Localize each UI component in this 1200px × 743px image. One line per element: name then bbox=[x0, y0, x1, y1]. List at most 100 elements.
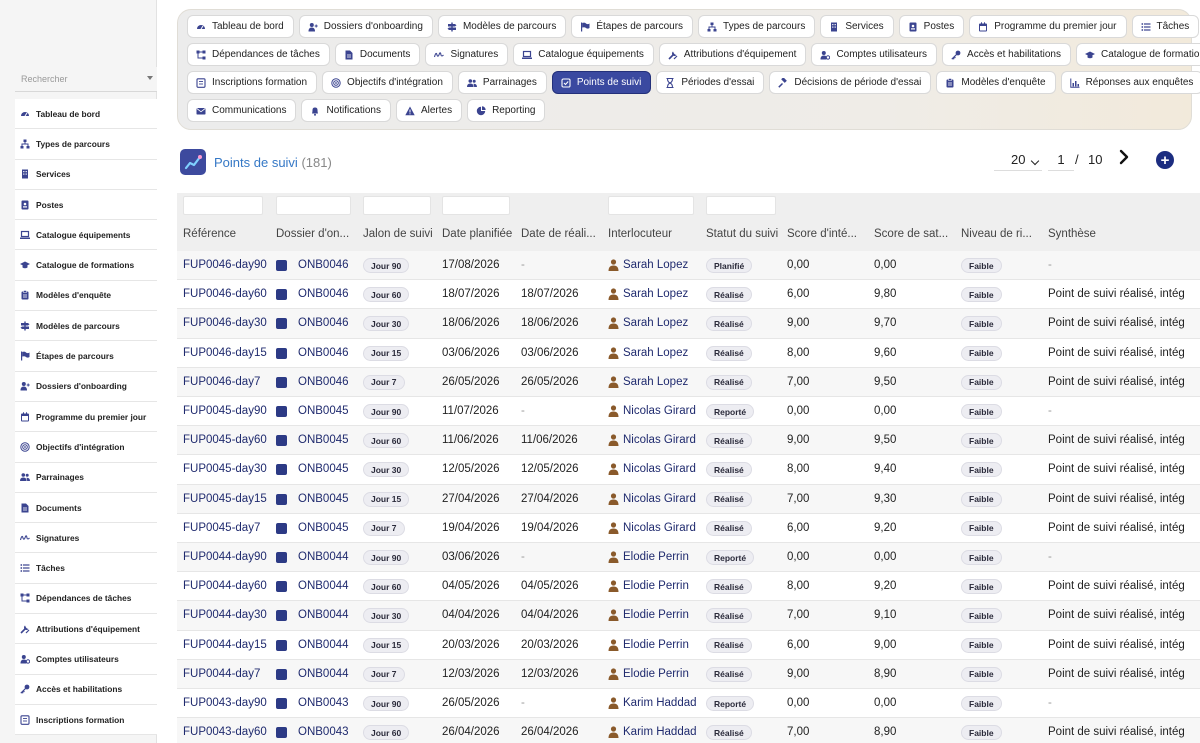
tab-1-1[interactable]: Documents bbox=[334, 43, 421, 66]
tab-1-0[interactable]: Dépendances de tâches bbox=[187, 43, 330, 66]
column-header[interactable]: Niveau de ri... bbox=[961, 228, 1032, 240]
table-row[interactable]: FUP0044-day30 ONB0044 Jour 30 04/04/2026 04/… bbox=[177, 601, 1200, 631]
sidebar-item-8[interactable]: Étapes de parcours bbox=[15, 341, 157, 372]
tab-0-0[interactable]: Tableau de bord bbox=[187, 15, 294, 38]
tab-1-2[interactable]: Signatures bbox=[425, 43, 509, 66]
tab-1-5[interactable]: Comptes utilisateurs bbox=[811, 43, 938, 66]
tab-2-0[interactable]: Inscriptions formation bbox=[187, 71, 318, 94]
table-row[interactable]: FUP0046-day30 ONB0046 Jour 30 18/06/2026 18/… bbox=[177, 309, 1200, 339]
sidebar-item-7[interactable]: Modèles de parcours bbox=[15, 311, 157, 342]
dossier-link[interactable]: ONB0045 bbox=[298, 434, 349, 446]
reference-link[interactable]: FUP0045-day60 bbox=[183, 434, 267, 446]
sidebar-item-17[interactable]: Attributions d'équipement bbox=[15, 614, 157, 645]
tab-0-8[interactable]: Tâches bbox=[1131, 15, 1200, 38]
column-filter-input[interactable] bbox=[706, 196, 776, 215]
contact-link[interactable]: Elodie Perrin bbox=[623, 639, 689, 651]
dossier-link[interactable]: ONB0046 bbox=[298, 317, 349, 329]
reference-link[interactable]: FUP0046-day60 bbox=[183, 288, 267, 300]
table-row[interactable]: FUP0046-day60 ONB0046 Jour 60 18/07/2026 18/… bbox=[177, 280, 1200, 310]
sidebar-item-11[interactable]: Objectifs d'intégration bbox=[15, 432, 157, 463]
reference-link[interactable]: FUP0043-day90 bbox=[183, 697, 267, 709]
column-header[interactable]: Score d'inté... bbox=[787, 228, 857, 240]
tab-2-1[interactable]: Objectifs d'intégration bbox=[322, 71, 453, 94]
tab-0-4[interactable]: Types de parcours bbox=[698, 15, 816, 38]
dossier-link[interactable]: ONB0043 bbox=[298, 726, 349, 738]
contact-link[interactable]: Karim Haddad bbox=[623, 697, 697, 709]
column-header[interactable]: Date planifiée bbox=[442, 228, 512, 240]
sidebar-item-1[interactable]: Types de parcours bbox=[15, 129, 157, 160]
tab-3-3[interactable]: Reporting bbox=[467, 99, 546, 122]
dossier-link[interactable]: ONB0044 bbox=[298, 551, 349, 563]
tab-1-7[interactable]: Catalogue de formations bbox=[1075, 43, 1200, 66]
contact-link[interactable]: Sarah Lopez bbox=[623, 288, 688, 300]
tab-3-1[interactable]: Notifications bbox=[301, 99, 391, 122]
sidebar-item-9[interactable]: Dossiers d'onboarding bbox=[15, 371, 157, 402]
column-header[interactable]: Dossier d'on... bbox=[276, 228, 349, 240]
reference-link[interactable]: FUP0044-day60 bbox=[183, 580, 267, 592]
contact-link[interactable]: Sarah Lopez bbox=[623, 347, 688, 359]
chevron-down-icon[interactable] bbox=[147, 76, 153, 80]
contact-link[interactable]: Sarah Lopez bbox=[623, 376, 688, 388]
dossier-link[interactable]: ONB0046 bbox=[298, 347, 349, 359]
tab-0-2[interactable]: Modèles de parcours bbox=[437, 15, 567, 38]
table-row[interactable]: FUP0044-day90 ONB0044 Jour 90 03/06/2026 - El… bbox=[177, 543, 1200, 573]
sidebar-item-6[interactable]: Modèles d'enquête bbox=[15, 280, 157, 312]
reference-link[interactable]: FUP0045-day30 bbox=[183, 463, 267, 475]
contact-link[interactable]: Nicolas Girard bbox=[623, 522, 696, 534]
tab-2-7[interactable]: Réponses aux enquêtes bbox=[1060, 71, 1200, 94]
contact-link[interactable]: Nicolas Girard bbox=[623, 405, 696, 417]
dossier-link[interactable]: ONB0045 bbox=[298, 522, 349, 534]
dossier-link[interactable]: ONB0046 bbox=[298, 376, 349, 388]
column-header[interactable]: Jalon de suivi bbox=[363, 228, 433, 240]
sidebar-item-10[interactable]: Programme du premier jour bbox=[15, 401, 157, 433]
dossier-link[interactable]: ONB0045 bbox=[298, 463, 349, 475]
column-filter-input[interactable] bbox=[276, 196, 351, 215]
reference-link[interactable]: FUP0043-day60 bbox=[183, 726, 267, 738]
tab-1-3[interactable]: Catalogue équipements bbox=[513, 43, 654, 66]
column-filter-input[interactable] bbox=[442, 196, 510, 215]
reference-link[interactable]: FUP0045-day90 bbox=[183, 405, 267, 417]
dossier-link[interactable]: ONB0044 bbox=[298, 639, 349, 651]
sidebar-item-3[interactable]: Postes bbox=[15, 189, 157, 221]
dossier-link[interactable]: ONB0045 bbox=[298, 493, 349, 505]
sidebar-item-0[interactable]: Tableau de bord bbox=[15, 99, 157, 130]
contact-link[interactable]: Nicolas Girard bbox=[623, 434, 696, 446]
column-header[interactable]: Statut du suivi bbox=[706, 228, 778, 240]
dossier-link[interactable]: ONB0044 bbox=[298, 668, 349, 680]
current-page-input[interactable]: 1 bbox=[1048, 150, 1074, 171]
reference-link[interactable]: FUP0045-day7 bbox=[183, 522, 260, 534]
sidebar-item-5[interactable]: Catalogue de formations bbox=[15, 250, 157, 281]
dossier-link[interactable]: ONB0044 bbox=[298, 580, 349, 592]
sidebar-item-12[interactable]: Parrainages bbox=[15, 462, 157, 493]
page-size-select[interactable]: 20 bbox=[994, 150, 1042, 171]
column-header[interactable]: Interlocuteur bbox=[608, 228, 672, 240]
contact-link[interactable]: Elodie Perrin bbox=[623, 580, 689, 592]
tab-1-6[interactable]: Accès et habilitations bbox=[942, 43, 1071, 66]
tab-0-7[interactable]: Programme du premier jour bbox=[969, 15, 1127, 38]
tab-2-3[interactable]: Points de suivi bbox=[551, 71, 652, 94]
dossier-link[interactable]: ONB0044 bbox=[298, 609, 349, 621]
reference-link[interactable]: FUP0046-day15 bbox=[183, 347, 267, 359]
contact-link[interactable]: Karim Haddad bbox=[623, 726, 697, 738]
tab-0-5[interactable]: Services bbox=[820, 15, 894, 38]
table-row[interactable]: FUP0045-day7 ONB0045 Jour 7 19/04/2026 19/04… bbox=[177, 513, 1200, 543]
table-row[interactable]: FUP0043-day60 ONB0043 Jour 60 26/04/2026 26/… bbox=[177, 718, 1200, 743]
reference-link[interactable]: FUP0045-day15 bbox=[183, 493, 267, 505]
tab-2-6[interactable]: Modèles d'enquête bbox=[936, 71, 1056, 94]
reference-link[interactable]: FUP0044-day15 bbox=[183, 639, 267, 651]
table-row[interactable]: FUP0046-day90 ONB0046 Jour 90 17/08/2026 - Sa… bbox=[177, 251, 1200, 281]
dossier-link[interactable]: ONB0046 bbox=[298, 288, 349, 300]
sidebar-item-19[interactable]: Accès et habilitations bbox=[15, 674, 157, 705]
sidebar-item-18[interactable]: Comptes utilisateurs bbox=[15, 644, 157, 675]
tab-0-1[interactable]: Dossiers d'onboarding bbox=[298, 15, 433, 38]
sidebar-item-13[interactable]: Documents bbox=[15, 492, 157, 524]
table-row[interactable]: FUP0043-day90 ONB0043 Jour 90 26/05/2026 - Ka… bbox=[177, 689, 1200, 719]
table-row[interactable]: FUP0046-day15 ONB0046 Jour 15 03/06/2026 03/… bbox=[177, 338, 1200, 368]
column-filter-input[interactable] bbox=[183, 196, 263, 215]
reference-link[interactable]: FUP0046-day30 bbox=[183, 317, 267, 329]
tab-2-4[interactable]: Périodes d'essai bbox=[656, 71, 765, 94]
table-row[interactable]: FUP0045-day15 ONB0045 Jour 15 27/04/2026 27/… bbox=[177, 484, 1200, 514]
contact-link[interactable]: Nicolas Girard bbox=[623, 493, 696, 505]
reference-link[interactable]: FUP0044-day7 bbox=[183, 668, 260, 680]
column-header[interactable]: Date de réali... bbox=[521, 228, 596, 240]
